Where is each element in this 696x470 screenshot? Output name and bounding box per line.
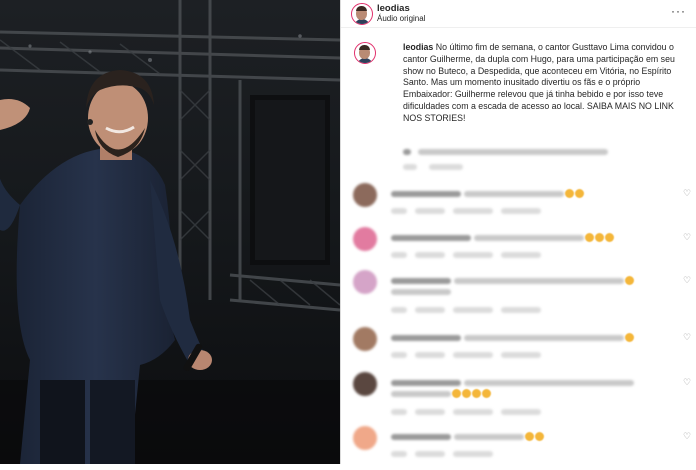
comment-avatar[interactable] bbox=[353, 426, 377, 450]
comment-avatar[interactable] bbox=[353, 183, 377, 207]
comment-avatar[interactable] bbox=[353, 327, 377, 351]
post-caption: leodias No último fim de semana, o canto… bbox=[403, 42, 689, 125]
comment-avatar[interactable] bbox=[353, 270, 377, 294]
author-username[interactable]: leodias bbox=[377, 3, 410, 14]
caption-text: No último fim de semana, o cantor Gustta… bbox=[403, 42, 675, 123]
post-panel: leodias Áudio original ··· leodias No úl… bbox=[340, 0, 696, 464]
heart-icon[interactable]: ♡ bbox=[683, 431, 691, 442]
author-avatar[interactable] bbox=[351, 3, 373, 25]
heart-icon[interactable]: ♡ bbox=[683, 188, 691, 199]
comment-item: ♡ bbox=[341, 327, 696, 371]
comment-item: ♡ bbox=[341, 183, 696, 227]
heart-icon[interactable]: ♡ bbox=[683, 232, 691, 243]
comment-avatar[interactable] bbox=[353, 227, 377, 251]
comment-avatar[interactable] bbox=[353, 372, 377, 396]
caption-username[interactable]: leodias bbox=[403, 42, 433, 52]
more-options-icon[interactable]: ··· bbox=[671, 5, 686, 17]
video-frame bbox=[0, 0, 340, 464]
audio-label[interactable]: Áudio original bbox=[377, 14, 425, 23]
heart-icon[interactable]: ♡ bbox=[683, 377, 691, 388]
comment-item: ♡ bbox=[341, 426, 696, 470]
post-header: leodias Áudio original ··· bbox=[341, 0, 696, 28]
comment-item: ♡ bbox=[341, 270, 696, 314]
heart-icon[interactable]: ♡ bbox=[683, 275, 691, 286]
comment-item: ♡ bbox=[341, 227, 696, 271]
heart-icon[interactable]: ♡ bbox=[683, 332, 691, 343]
comment-item: ♡ bbox=[341, 372, 696, 416]
video-player[interactable] bbox=[0, 0, 340, 464]
caption-avatar[interactable] bbox=[354, 42, 376, 64]
caption-meta bbox=[403, 158, 464, 176]
